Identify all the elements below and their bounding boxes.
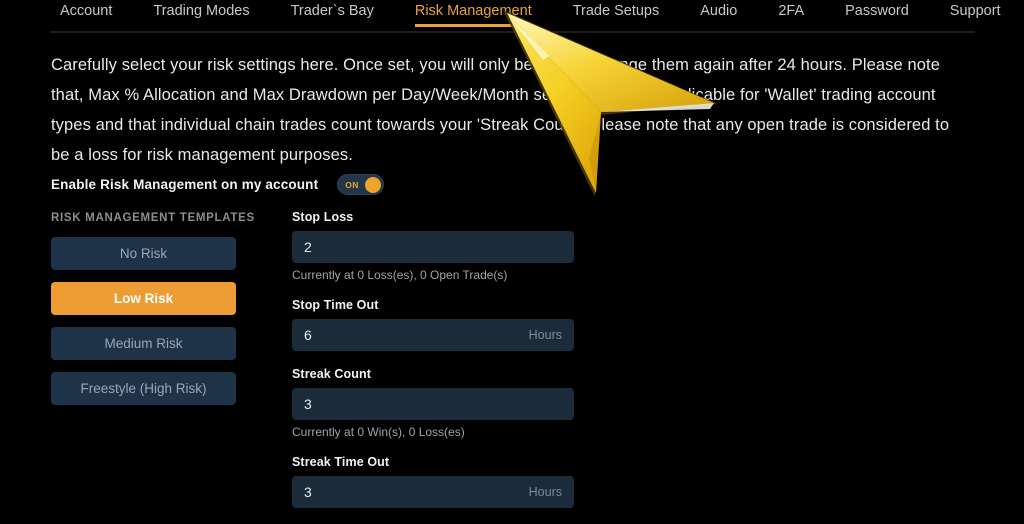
stop-loss-label: Stop Loss	[292, 210, 354, 224]
template-no-risk[interactable]: No Risk	[51, 237, 236, 270]
toggle-state-label: ON	[345, 179, 359, 190]
template-medium-risk[interactable]: Medium Risk	[51, 327, 236, 360]
tab-label: Trade Setups	[572, 3, 660, 19]
enable-risk-management-toggle[interactable]: ON	[337, 174, 385, 195]
tab-trade-setups[interactable]: Trade Setups	[573, 4, 660, 28]
template-freestyle-high-risk[interactable]: Freestyle (High Risk)	[51, 372, 236, 405]
streak-count-hint: Currently at 0 Win(s), 0 Loss(es)	[292, 425, 465, 439]
streak-count-input[interactable]: 3	[292, 388, 574, 420]
tab-label: Support	[949, 3, 1001, 19]
template-label: Medium Risk	[104, 336, 183, 351]
tab-label: 2FA	[778, 3, 805, 19]
tab-audio[interactable]: Audio	[700, 4, 737, 28]
stop-time-out-value: 6	[304, 327, 312, 343]
risk-settings-fields: Stop Loss 2 Currently at 0 Loss(es), 0 O…	[292, 210, 574, 524]
field-group-stop-time-out: Stop Time Out 6 Hours	[292, 298, 574, 351]
enable-risk-management-label: Enable Risk Management on my account	[51, 177, 319, 192]
field-group-streak-count: Streak Count 3 Currently at 0 Win(s), 0 …	[292, 367, 574, 439]
streak-time-out-label: Streak Time Out	[292, 455, 390, 469]
streak-time-out-input[interactable]: 3 Hours	[292, 476, 574, 508]
tab-label: Risk Management	[414, 3, 532, 19]
template-label: No Risk	[119, 246, 168, 261]
template-label: Low Risk	[113, 291, 174, 306]
template-low-risk[interactable]: Low Risk	[51, 282, 236, 315]
tab-account[interactable]: Account	[60, 4, 112, 28]
field-group-stop-loss: Stop Loss 2 Currently at 0 Loss(es), 0 O…	[292, 210, 574, 282]
streak-time-out-suffix: Hours	[528, 485, 562, 499]
tab-label: Account	[60, 3, 113, 19]
tab-traders-bay[interactable]: Trader`s Bay	[291, 4, 374, 28]
enable-risk-management-row: Enable Risk Management on my account ON	[51, 174, 385, 195]
stop-time-out-label: Stop Time Out	[292, 298, 379, 312]
streak-time-out-value: 3	[304, 484, 312, 500]
stop-time-out-suffix: Hours	[528, 328, 562, 342]
tab-label: Trading Modes	[153, 3, 250, 19]
field-group-streak-time-out: Streak Time Out 3 Hours	[292, 455, 574, 508]
main-navigation: Account Trading Modes Trader`s Bay Risk …	[0, 0, 1024, 32]
tab-label: Audio	[700, 3, 738, 19]
template-label: Freestyle (High Risk)	[80, 381, 207, 396]
nav-divider	[50, 31, 975, 33]
tab-trading-modes[interactable]: Trading Modes	[153, 4, 249, 28]
tab-label: Trader`s Bay	[290, 3, 374, 19]
stop-loss-hint: Currently at 0 Loss(es), 0 Open Trade(s)	[292, 268, 508, 282]
stop-loss-value: 2	[304, 239, 312, 255]
streak-count-label: Streak Count	[292, 367, 371, 381]
risk-template-list: No Risk Low Risk Medium Risk Freestyle (…	[51, 237, 236, 417]
streak-count-value: 3	[304, 396, 312, 412]
tab-label: Password	[845, 3, 909, 19]
tab-risk-management[interactable]: Risk Management	[414, 3, 532, 28]
stop-time-out-input[interactable]: 6 Hours	[292, 319, 574, 351]
tab-2fa[interactable]: 2FA	[778, 4, 804, 28]
templates-heading: RISK MANAGEMENT TEMPLATES	[51, 212, 255, 224]
tab-password[interactable]: Password	[845, 4, 909, 28]
stop-loss-input[interactable]: 2	[292, 231, 574, 263]
toggle-knob	[365, 176, 382, 193]
tab-support[interactable]: Support	[950, 4, 1001, 28]
risk-settings-description: Carefully select your risk settings here…	[51, 56, 950, 164]
